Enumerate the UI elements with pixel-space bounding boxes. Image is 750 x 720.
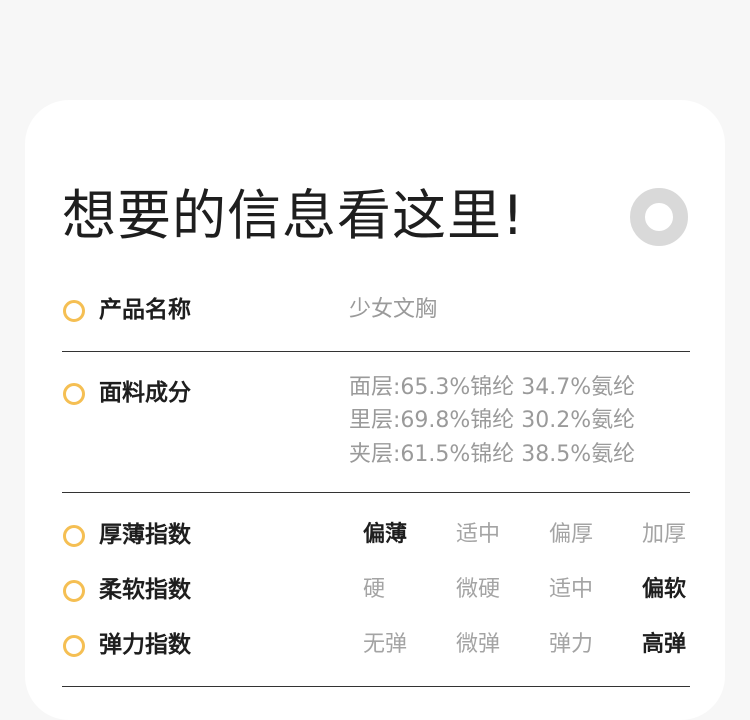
thickness-option[interactable]: 加厚 [642,519,686,551]
bullet-icon [63,300,85,322]
fabric-outer-layer: 面层:65.3%锦纶 34.7%氨纶 [349,375,636,400]
divider [62,686,690,687]
softness-label: 柔软指数 [99,577,191,603]
elasticity-option[interactable]: 高弹 [642,629,686,661]
thickness-option[interactable]: 偏薄 [363,519,407,551]
softness-option[interactable]: 适中 [549,574,593,606]
fabric-label: 面料成分 [99,380,191,406]
thickness-label: 厚薄指数 [99,522,191,548]
thickness-option[interactable]: 偏厚 [549,519,593,551]
elasticity-option[interactable]: 无弹 [363,629,407,661]
fabric-middle-layer: 夹层:61.5%锦纶 38.5%氨纶 [349,442,636,467]
elasticity-option[interactable]: 弹力 [549,629,593,661]
elasticity-option[interactable]: 微弹 [456,629,500,661]
elasticity-label: 弹力指数 [99,632,191,658]
divider [62,492,690,493]
softness-option[interactable]: 偏软 [642,574,686,606]
ring-icon [630,188,688,246]
softness-option[interactable]: 微硬 [456,574,500,606]
thickness-option[interactable]: 适中 [456,519,500,551]
product-name-label: 产品名称 [99,297,191,323]
bullet-icon [63,580,85,602]
divider [62,351,690,352]
softness-option[interactable]: 硬 [363,574,385,606]
bullet-icon [63,635,85,657]
bullet-icon [63,525,85,547]
page-title: 想要的信息看这里! [62,184,525,247]
fabric-inner-layer: 里层:69.8%锦纶 30.2%氨纶 [349,408,636,433]
product-name-value: 少女文胸 [349,297,438,322]
bullet-icon [63,383,85,405]
